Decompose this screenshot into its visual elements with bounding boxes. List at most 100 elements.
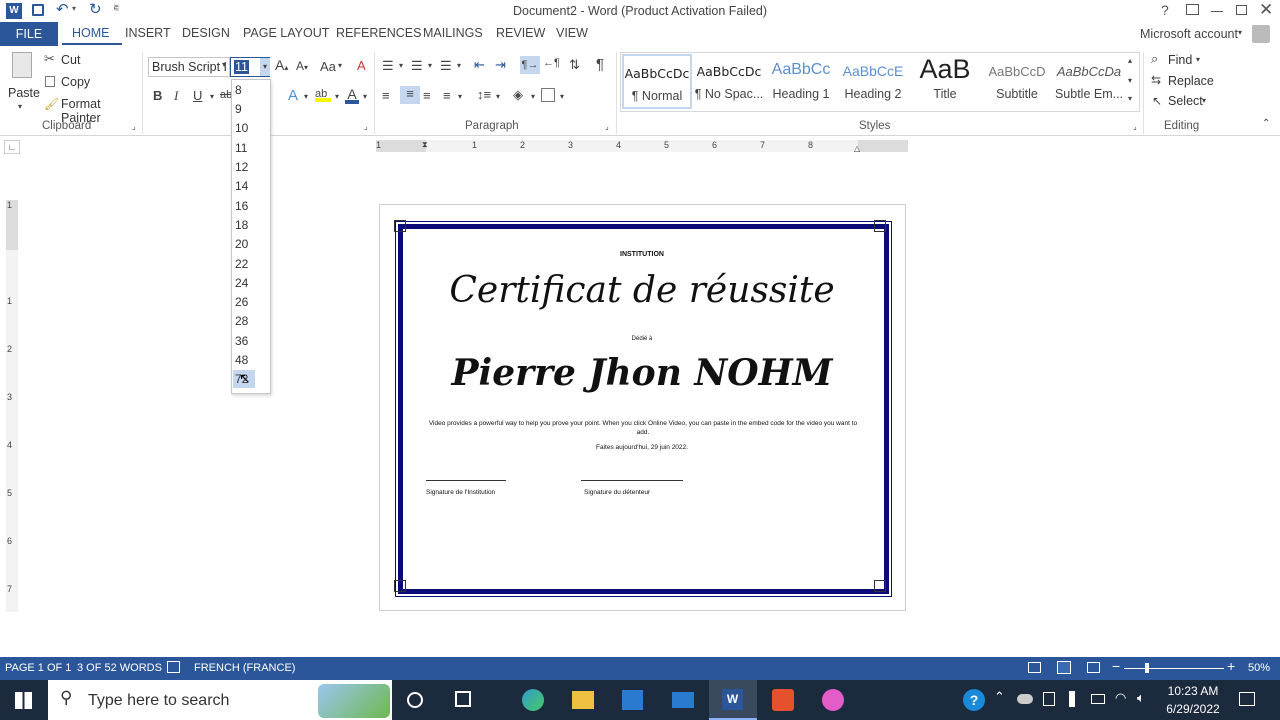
rtl-icon[interactable]: ←¶: [543, 57, 560, 69]
font-size-option[interactable]: 24: [235, 276, 248, 290]
borders-icon[interactable]: [541, 88, 555, 102]
paste-dropdown-icon[interactable]: ▾: [18, 102, 22, 111]
highlight-dropdown-icon[interactable]: ▾: [335, 92, 339, 101]
word-count[interactable]: 3 OF 52 WORDS: [77, 662, 162, 674]
itunes-icon[interactable]: [822, 689, 844, 711]
store-icon[interactable]: [622, 690, 643, 710]
volume-icon[interactable]: 🔈︎: [1137, 690, 1145, 706]
right-indent-marker-icon[interactable]: △: [854, 144, 860, 153]
style-heading-1[interactable]: AaBbCc Heading 1: [766, 54, 836, 109]
font-size-option[interactable]: 9: [235, 102, 242, 116]
cortana-icon[interactable]: [407, 692, 423, 708]
minimize-icon[interactable]: [1211, 11, 1223, 12]
change-case-dropdown-icon[interactable]: ▾: [338, 61, 342, 70]
font-size-option[interactable]: 16: [235, 199, 248, 213]
line-spacing-icon[interactable]: ↕≡: [477, 87, 491, 102]
underline-button[interactable]: U: [193, 88, 202, 103]
clear-format-icon[interactable]: A: [357, 58, 366, 73]
tab-design[interactable]: DESIGN: [182, 26, 230, 40]
justify-dropdown-icon[interactable]: ▾: [458, 92, 462, 101]
shading-icon[interactable]: ◈: [513, 87, 523, 103]
style-subtle-emphasis[interactable]: AaBbCcDa Subtle Em...: [1054, 54, 1124, 109]
shading-dropdown-icon[interactable]: ▾: [531, 92, 535, 101]
frame-handle-icon[interactable]: [874, 580, 886, 592]
sort-icon[interactable]: ⇅: [569, 57, 580, 73]
print-layout-icon[interactable]: [1057, 661, 1071, 674]
mail-icon[interactable]: [672, 692, 694, 708]
zoom-out-icon[interactable]: −: [1112, 658, 1120, 674]
usb-icon[interactable]: [1069, 691, 1075, 707]
zoom-in-icon[interactable]: +: [1227, 658, 1235, 674]
style-title[interactable]: AaB Title: [910, 54, 980, 109]
edge-icon[interactable]: [522, 689, 544, 711]
cut-button[interactable]: Cut: [61, 53, 80, 67]
justify-icon[interactable]: ≡: [443, 88, 451, 103]
recipient-name[interactable]: Pierre Jhon NOHM: [400, 352, 884, 394]
web-layout-icon[interactable]: [1087, 662, 1100, 673]
find-icon[interactable]: ⌕: [1151, 51, 1158, 67]
ltr-icon[interactable]: ¶→: [520, 56, 540, 74]
font-name-box[interactable]: Brush Script I: [148, 57, 230, 77]
tab-home[interactable]: HOME: [72, 26, 110, 40]
proofing-icon[interactable]: [167, 661, 180, 673]
frame-handle-icon[interactable]: [874, 220, 886, 232]
underline-dropdown-icon[interactable]: ▾: [210, 92, 214, 101]
font-size-option[interactable]: 20: [235, 237, 248, 251]
find-button[interactable]: Find: [1168, 53, 1192, 67]
file-explorer-icon[interactable]: [572, 691, 594, 709]
decrease-indent-icon[interactable]: ⇤: [474, 57, 485, 73]
copy-icon[interactable]: [45, 76, 55, 87]
bullets-icon[interactable]: ☰: [382, 58, 394, 74]
clock-time[interactable]: 10:23 AM: [1166, 684, 1220, 698]
tab-review[interactable]: REVIEW: [496, 26, 545, 40]
language-indicator[interactable]: FRENCH (FRANCE): [194, 662, 295, 674]
close-icon[interactable]: ✕: [1259, 0, 1273, 20]
account-dropdown-icon[interactable]: ▾: [1238, 28, 1242, 37]
font-name-dropdown-icon[interactable]: ▾: [222, 60, 226, 69]
numbering-icon[interactable]: ☰: [411, 58, 423, 74]
frame-handle-icon[interactable]: [394, 220, 406, 232]
avatar[interactable]: [1252, 25, 1270, 43]
restore-icon[interactable]: [1236, 5, 1247, 15]
help-tray-icon[interactable]: ?: [963, 689, 985, 711]
font-color-dropdown-icon[interactable]: ▾: [363, 92, 367, 101]
select-dropdown-icon[interactable]: ▾: [1202, 96, 1206, 105]
styles-more-icon[interactable]: ▾: [1128, 94, 1132, 103]
show-hidden-icons[interactable]: ⌃: [994, 689, 1005, 705]
borders-dropdown-icon[interactable]: ▾: [560, 92, 564, 101]
font-size-option[interactable]: 26: [235, 295, 248, 309]
select-icon[interactable]: ↖: [1152, 94, 1162, 108]
font-size-option[interactable]: 14: [235, 179, 248, 193]
zoom-level[interactable]: 50%: [1248, 662, 1270, 674]
cut-icon[interactable]: ✂: [44, 51, 55, 67]
start-icon[interactable]: [15, 692, 32, 709]
indent-marker-icon[interactable]: ⧗: [422, 140, 428, 150]
tab-insert[interactable]: INSERT: [125, 26, 171, 40]
change-case-button[interactable]: Aa: [320, 59, 336, 74]
style-subtitle[interactable]: AaBbCcD Subtitle: [982, 54, 1052, 109]
font-size-option[interactable]: 22: [235, 257, 248, 271]
horizontal-ruler[interactable]: 1 1 2 3 4 5 6 7 8 ⧗ △: [376, 140, 908, 153]
style-heading-2[interactable]: AaBbCcE Heading 2: [838, 54, 908, 109]
align-center-icon[interactable]: ≡: [400, 86, 420, 104]
font-size-option[interactable]: 8: [235, 83, 242, 97]
font-size-option[interactable]: 18: [235, 218, 248, 232]
wifi-icon[interactable]: ◠: [1115, 690, 1126, 706]
ribbon-display-icon[interactable]: [1186, 4, 1199, 15]
line-spacing-dropdown-icon[interactable]: ▾: [496, 92, 500, 101]
shrink-font-icon[interactable]: A▾: [296, 59, 308, 73]
highlight-icon[interactable]: ab: [315, 88, 331, 102]
style-normal[interactable]: AaBbCcDc ¶ Normal: [622, 54, 692, 109]
styles-scroll-down-icon[interactable]: ▾: [1128, 76, 1132, 85]
help-icon[interactable]: ?: [1161, 2, 1169, 18]
font-size-option[interactable]: 10: [235, 121, 248, 135]
select-button[interactable]: Select: [1168, 94, 1203, 108]
align-right-icon[interactable]: ≡: [423, 88, 431, 103]
bold-button[interactable]: B: [153, 88, 162, 103]
style-no-spacing[interactable]: AaBbCcDc ¶ No Spac...: [694, 54, 764, 109]
font-size-dropdown-icon[interactable]: ▾: [260, 58, 270, 76]
font-size-option[interactable]: 11: [235, 141, 247, 155]
paste-icon[interactable]: [12, 52, 32, 78]
italic-button[interactable]: I: [174, 88, 178, 104]
tab-mailings[interactable]: MAILINGS: [423, 26, 483, 40]
